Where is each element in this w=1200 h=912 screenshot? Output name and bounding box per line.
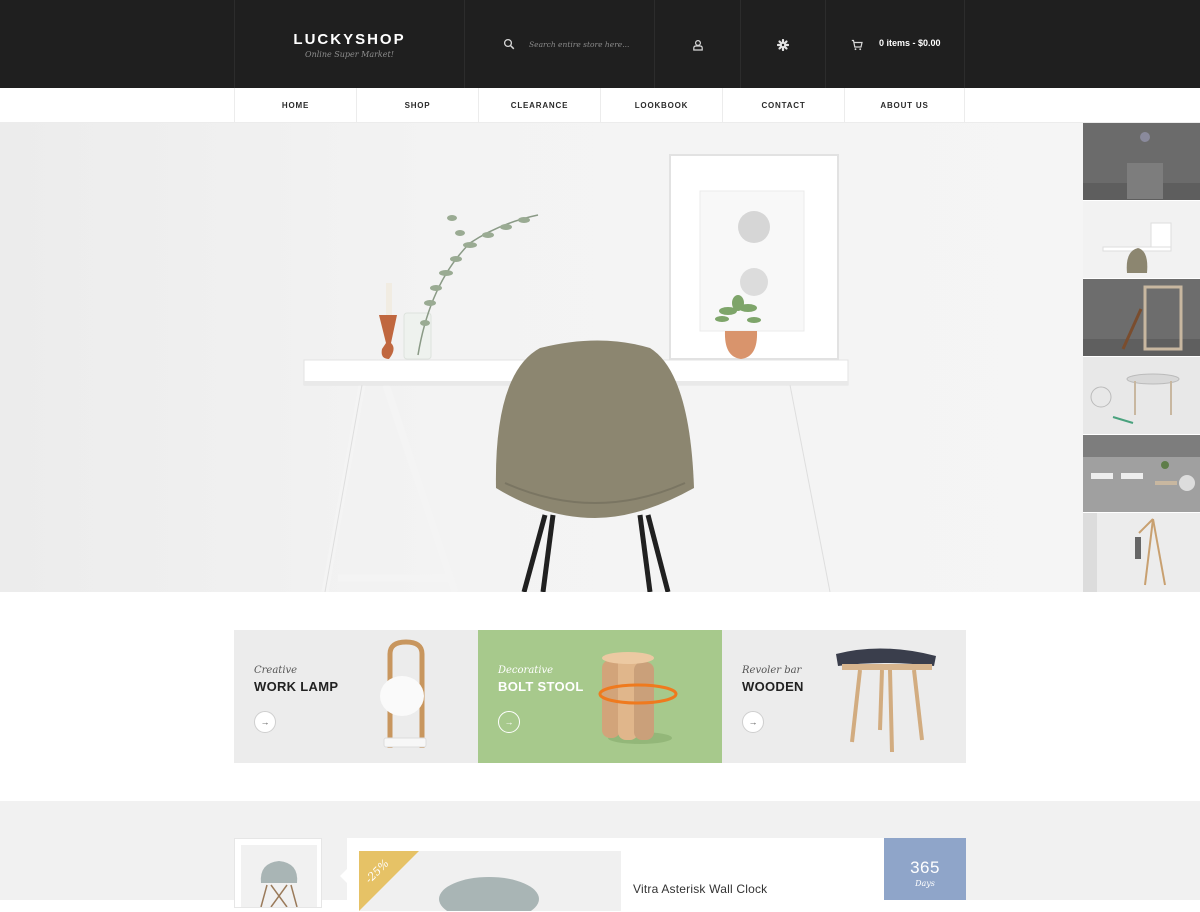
main-nav: HOME SHOP CLEARANCE LOOKBOOK CONTACT ABO… xyxy=(0,88,1200,123)
banner-work-lamp[interactable]: Creative WORK LAMP → xyxy=(234,630,478,763)
banner-subtitle: Creative xyxy=(254,665,298,676)
arrow-right-icon[interactable]: → xyxy=(254,711,276,733)
banner-subtitle: Decorative xyxy=(498,665,554,676)
logo[interactable]: LUCKYSHOP Online Super Market! xyxy=(234,0,464,88)
countdown-days: 365 Days xyxy=(884,838,966,900)
nav-item-about-us[interactable]: ABOUT US xyxy=(844,88,965,123)
banner-bolt-stool[interactable]: Decorative BOLT STOOL → xyxy=(478,630,722,763)
account-button[interactable] xyxy=(654,0,740,88)
gear-icon xyxy=(776,38,790,56)
bolt-stool-image xyxy=(598,652,678,744)
arrow-right-icon[interactable]: → xyxy=(742,711,764,733)
deal-product-thumbnail[interactable] xyxy=(234,838,322,908)
banner-title: WOODEN xyxy=(742,679,804,694)
hero-thumbnail[interactable] xyxy=(1083,279,1200,356)
cart-icon xyxy=(851,38,863,56)
top-header: LUCKYSHOP Online Super Market! 0 items -… xyxy=(0,0,1200,88)
deal-product-image: -25% xyxy=(359,851,621,911)
hero-slider[interactable] xyxy=(0,123,1083,592)
logo-title: LUCKYSHOP xyxy=(293,31,406,48)
banner-title: BOLT STOOL xyxy=(498,679,584,694)
hero-thumbnail[interactable] xyxy=(1083,201,1200,278)
search-box xyxy=(464,0,654,88)
banner-title: WORK LAMP xyxy=(254,679,339,694)
user-icon xyxy=(692,38,704,56)
hero-thumbnail[interactable] xyxy=(1083,435,1200,512)
deal-product-title[interactable]: Vitra Asterisk Wall Clock xyxy=(633,882,767,896)
cart-button[interactable]: 0 items - $0.00 xyxy=(825,0,965,88)
banner-subtitle: Revoler bar xyxy=(742,665,802,676)
nav-item-clearance[interactable]: CLEARANCE xyxy=(478,88,600,123)
hero-thumbnail[interactable] xyxy=(1083,513,1200,592)
banner-wooden[interactable]: Revoler bar WOODEN → xyxy=(722,630,966,763)
countdown-unit: Days xyxy=(915,879,935,888)
nav-item-shop[interactable]: SHOP xyxy=(356,88,478,123)
hero-thumbnail[interactable] xyxy=(1083,123,1200,200)
work-lamp-image xyxy=(380,639,427,748)
cart-summary: 0 items - $0.00 xyxy=(879,38,941,48)
countdown-value: 365 xyxy=(910,858,940,877)
deal-card[interactable]: -25% Vitra Asterisk Wall Clock xyxy=(347,838,884,911)
nav-item-contact[interactable]: CONTACT xyxy=(722,88,844,123)
settings-button[interactable] xyxy=(740,0,825,88)
hero-thumbnails xyxy=(1083,123,1200,592)
nav-item-lookbook[interactable]: LOOKBOOK xyxy=(600,88,722,123)
search-icon[interactable] xyxy=(503,37,515,55)
search-input[interactable] xyxy=(529,36,639,52)
hero-image xyxy=(303,154,849,592)
wooden-stool-image xyxy=(836,648,936,753)
hero-thumbnail[interactable] xyxy=(1083,357,1200,434)
nav-item-home[interactable]: HOME xyxy=(234,88,356,123)
arrow-right-icon[interactable]: → xyxy=(498,711,520,733)
product-thumbnail-image xyxy=(241,845,317,908)
logo-subtitle: Online Super Market! xyxy=(305,50,394,59)
